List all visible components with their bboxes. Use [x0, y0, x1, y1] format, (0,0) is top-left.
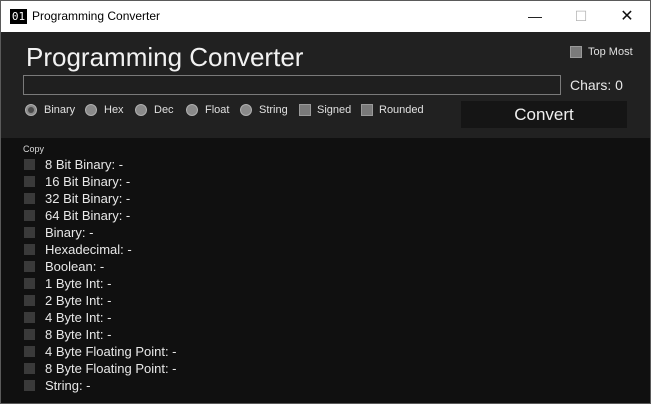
result-row-string: String: -: [24, 377, 91, 394]
result-row-binary: Binary: -: [24, 224, 93, 241]
radio-indicator[interactable]: [25, 104, 37, 116]
copy-checkbox[interactable]: [24, 210, 35, 221]
result-text: Binary: -: [45, 225, 94, 240]
rounded-checkbox[interactable]: [361, 104, 373, 116]
result-text: 2 Byte Int: -: [45, 293, 112, 308]
copy-checkbox[interactable]: [24, 329, 35, 340]
radio-string-label: String: [259, 104, 288, 116]
format-options: Binary Hex Dec Float String Signed Round…: [25, 104, 455, 120]
result-text: 4 Byte Int: -: [45, 310, 112, 325]
result-text: Hexadecimal: -: [45, 242, 132, 257]
result-text: Boolean: -: [45, 259, 105, 274]
app-icon: 01: [10, 9, 27, 24]
copy-checkbox[interactable]: [24, 261, 35, 272]
copy-checkbox[interactable]: [24, 176, 35, 187]
result-text: 8 Bit Binary: -: [45, 157, 124, 172]
result-row-32-bit-binary: 32 Bit Binary: -: [24, 190, 130, 207]
result-text: 32 Bit Binary: -: [45, 191, 131, 206]
radio-indicator[interactable]: [240, 104, 252, 116]
copy-checkbox[interactable]: [24, 295, 35, 306]
radio-indicator[interactable]: [135, 104, 147, 116]
copy-checkbox[interactable]: [24, 363, 35, 374]
result-text: String: -: [45, 378, 91, 393]
result-row-4-byte-int: 4 Byte Int: -: [24, 309, 111, 326]
copy-checkbox[interactable]: [24, 244, 35, 255]
checkbox-signed[interactable]: Signed: [299, 104, 351, 116]
checkbox-rounded[interactable]: Rounded: [361, 104, 424, 116]
top-most-label: Top Most: [588, 46, 633, 58]
checkbox-signed-label: Signed: [317, 104, 352, 116]
result-text: 1 Byte Int: -: [45, 276, 112, 291]
result-row-2-byte-int: 2 Byte Int: -: [24, 292, 111, 309]
input-field[interactable]: [23, 75, 561, 95]
result-text: 4 Byte Floating Point: -: [45, 344, 177, 359]
radio-binary[interactable]: Binary: [25, 104, 75, 116]
result-row-hexadecimal: Hexadecimal: -: [24, 241, 132, 258]
signed-checkbox[interactable]: [299, 104, 311, 116]
radio-dec-label: Dec: [154, 104, 174, 116]
result-text: 16 Bit Binary: -: [45, 174, 131, 189]
copy-checkbox[interactable]: [24, 278, 35, 289]
top-most-checkbox[interactable]: [570, 46, 582, 58]
top-most-toggle[interactable]: Top Most: [570, 46, 633, 58]
result-text: 8 Byte Floating Point: -: [45, 361, 177, 376]
copy-label: Copy: [23, 144, 45, 154]
radio-indicator[interactable]: [186, 104, 198, 116]
result-row-8-byte-int: 8 Byte Int: -: [24, 326, 111, 343]
minimize-button[interactable]: —: [512, 1, 558, 32]
copy-checkbox[interactable]: [24, 346, 35, 357]
radio-binary-label: Binary: [44, 104, 76, 116]
convert-button[interactable]: Convert: [461, 101, 627, 128]
copy-checkbox[interactable]: [24, 159, 35, 170]
radio-indicator[interactable]: [85, 104, 97, 116]
result-text: 8 Byte Int: -: [45, 327, 112, 342]
copy-checkbox[interactable]: [24, 227, 35, 238]
radio-dec[interactable]: Dec: [135, 104, 174, 116]
radio-float-label: Float: [205, 104, 230, 116]
copy-checkbox[interactable]: [24, 380, 35, 391]
result-row-64-bit-binary: 64 Bit Binary: -: [24, 207, 130, 224]
copy-checkbox[interactable]: [24, 193, 35, 204]
result-row-1-byte-int: 1 Byte Int: -: [24, 275, 111, 292]
app-window: 01 Programming Converter — ☐ ✕ Programmi…: [0, 0, 651, 404]
result-row-8-byte-float: 8 Byte Floating Point: -: [24, 360, 177, 377]
result-row-4-byte-float: 4 Byte Floating Point: -: [24, 343, 177, 360]
window-title: Programming Converter: [32, 9, 161, 23]
close-button[interactable]: ✕: [604, 1, 650, 32]
maximize-button[interactable]: ☐: [558, 1, 604, 32]
radio-hex[interactable]: Hex: [85, 104, 124, 116]
page-title: Programming Converter: [26, 42, 304, 72]
radio-float[interactable]: Float: [186, 104, 229, 116]
title-bar[interactable]: 01 Programming Converter — ☐ ✕: [1, 1, 650, 32]
result-row-boolean: Boolean: -: [24, 258, 104, 275]
result-row-8-bit-binary: 8 Bit Binary: -: [24, 156, 123, 173]
checkbox-rounded-label: Rounded: [379, 104, 424, 116]
result-row-16-bit-binary: 16 Bit Binary: -: [24, 173, 130, 190]
top-panel: Programming Converter Top Most Chars: 0 …: [1, 32, 650, 138]
radio-string[interactable]: String: [240, 104, 288, 116]
radio-hex-label: Hex: [104, 104, 124, 116]
copy-checkbox[interactable]: [24, 312, 35, 323]
result-text: 64 Bit Binary: -: [45, 208, 131, 223]
chars-count: Chars: 0: [570, 77, 623, 93]
